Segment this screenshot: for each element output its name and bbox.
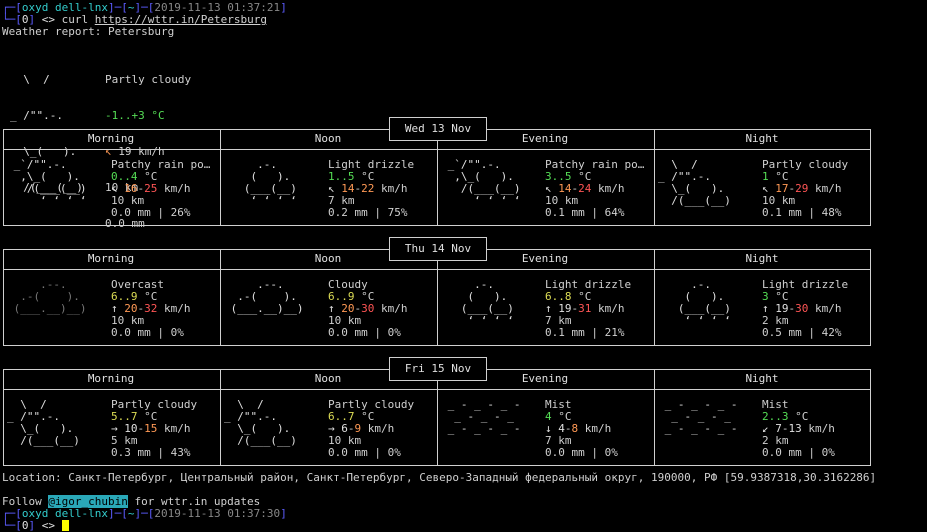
weather-icon: _`/"".-. ,\_( ). /(___(__) ‘ ‘ ‘ ‘ bbox=[441, 158, 521, 207]
forecast-day: Fri 15 Nov Morning \ / _ /"".-. \_( ). /(_… bbox=[3, 357, 871, 467]
command-line-2: └─[0] <> bbox=[2, 520, 69, 532]
weather-icon: \ / _ /"".-. \_( ). /(___(__) bbox=[658, 158, 731, 207]
current-condition: Partly cloudy bbox=[105, 73, 192, 86]
precipitation: 0.0 mm | 0% bbox=[328, 326, 401, 339]
precipitation: 0.2 mm | 75% bbox=[328, 206, 408, 219]
location-line: Location: Санкт-Петербург, Центральный р… bbox=[2, 471, 877, 484]
precipitation: 0.0 mm | 26% bbox=[111, 206, 191, 219]
weather-icon: \ / _ /"".-. \_( ). /(___(__) bbox=[224, 398, 297, 447]
forecast-cell: \ / _ /"".-. \_( ). /(___(__) Partly cloud… bbox=[654, 159, 870, 219]
weather-icon: _`/"".-. ,\_( ). /(___(__) ‘ ‘ ‘ ‘ bbox=[7, 158, 87, 207]
weather-icon: _ - _ - _ - _ - _ - _ _ - _ - _ - bbox=[658, 398, 738, 435]
forecast-cell: \ / _ /"".-. \_( ). /(___(__) Partly cloud… bbox=[3, 399, 219, 459]
phase-header: Evening bbox=[521, 372, 569, 385]
precipitation: 0.0 mm | 0% bbox=[111, 326, 184, 339]
weather-icon: .--. .-( ). (___.__)__) bbox=[224, 278, 304, 315]
precipitation: 0.1 mm | 21% bbox=[545, 326, 625, 339]
precipitation: 0.1 mm | 64% bbox=[545, 206, 625, 219]
weather-icon: \ / _ /"".-. \_( ). /(___(__) bbox=[7, 398, 80, 447]
forecast-cell: .-. ( ). (___(__) ‘ ‘ ‘ ‘Light drizzle 6.… bbox=[437, 279, 653, 339]
phase-header: Noon bbox=[314, 252, 342, 265]
phase-header: Morning bbox=[87, 252, 135, 265]
weather-icon: .-. ( ). (___(__) ‘ ‘ ‘ ‘ bbox=[224, 158, 297, 207]
current-weather: \ / _ /"".-. \_( ). /(___(__) Partly clo… bbox=[2, 50, 191, 230]
phase-header: Night bbox=[745, 372, 779, 385]
phase-header: Morning bbox=[87, 372, 135, 385]
report-title: Weather report: Petersburg bbox=[2, 25, 175, 38]
forecast-cell: .--. .-( ). (___.__)__) Overcast 6..9 °C ↑ … bbox=[3, 279, 219, 339]
forecast-cell: .--. .-( ). (___.__)__) Cloudy 6..9 °C ↑ 20… bbox=[220, 279, 436, 339]
forecast-cell: _ - _ - _ - _ - _ - _ _ - _ - _ - Mist 4 °… bbox=[437, 399, 653, 459]
terminal-cursor[interactable] bbox=[61, 520, 69, 531]
forecast-cell: .-. ( ). (___(__) ‘ ‘ ‘ ‘Light drizzle 1.… bbox=[220, 159, 436, 219]
precipitation: 0.0 mm | 0% bbox=[762, 446, 835, 459]
phase-header: Night bbox=[745, 132, 779, 145]
phase-header: Evening bbox=[521, 252, 569, 265]
phase-header: Evening bbox=[521, 132, 569, 145]
forecast-cell: _`/"".-. ,\_( ). /(___(__) ‘ ‘ ‘ ‘Patchy… bbox=[437, 159, 653, 219]
phase-header: Noon bbox=[314, 132, 342, 145]
precipitation: 0.3 mm | 43% bbox=[111, 446, 191, 459]
forecast-day: Thu 14 Nov Morning .--. .-( ). (___.__)__… bbox=[3, 237, 871, 347]
phase-header: Morning bbox=[87, 132, 135, 145]
weather-icon: .-. ( ). (___(__) ‘ ‘ ‘ ‘ bbox=[441, 278, 514, 327]
phase-header: Noon bbox=[314, 372, 342, 385]
forecast-cell: \ / _ /"".-. \_( ). /(___(__) Partly cloud… bbox=[220, 399, 436, 459]
precipitation: 0.1 mm | 48% bbox=[762, 206, 842, 219]
precipitation: 0.0 mm | 0% bbox=[545, 446, 618, 459]
weather-icon: _ - _ - _ - _ - _ - _ _ - _ - _ - bbox=[441, 398, 521, 435]
forecast-cell: .-. ( ). (___(__) ‘ ‘ ‘ ‘Light drizzle 3 … bbox=[654, 279, 870, 339]
forecast-day: Wed 13 Nov Morning _`/"".-. ,\_( ). /(___… bbox=[3, 117, 871, 227]
forecast-cell: _ - _ - _ - _ - _ - _ _ - _ - _ - Mist 2..… bbox=[654, 399, 870, 459]
weather-icon: .-. ( ). (___(__) ‘ ‘ ‘ ‘ bbox=[658, 278, 731, 327]
forecast-cell: _`/"".-. ,\_( ). /(___(__) ‘ ‘ ‘ ‘Patchy… bbox=[3, 159, 219, 219]
weather-icon: .--. .-( ). (___.__)__) bbox=[7, 278, 87, 315]
precipitation: 0.5 mm | 42% bbox=[762, 326, 842, 339]
precipitation: 0.0 mm | 0% bbox=[328, 446, 401, 459]
phase-header: Night bbox=[745, 252, 779, 265]
